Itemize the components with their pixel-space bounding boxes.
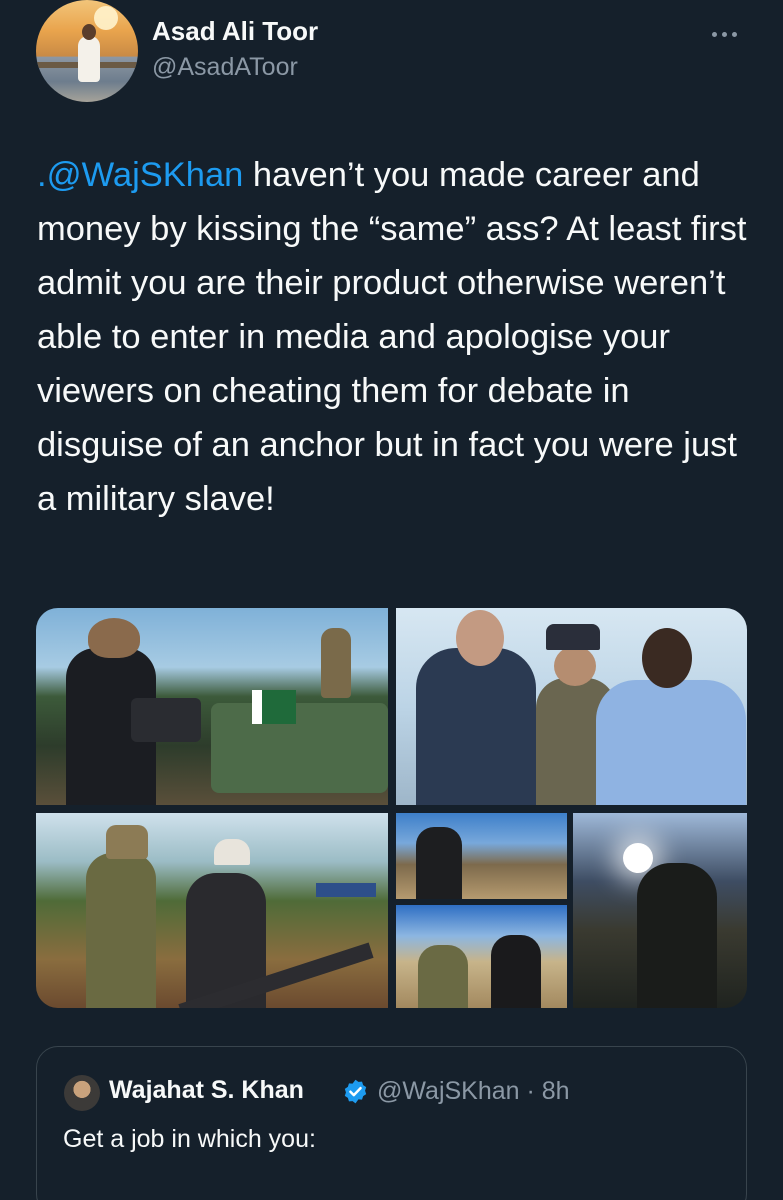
person-right [596,680,746,805]
soldier [321,628,351,698]
cameraman-head [88,618,140,658]
media-grid [36,608,747,1008]
truck [211,703,388,793]
person-left-head [456,610,504,666]
quoted-tweet[interactable]: Wajahat S. Khan @WajSKhan · 8h Get a job… [36,1046,747,1200]
person-right-head [642,628,692,688]
dot [731,31,737,37]
quoted-author-handle-time[interactable]: @WajSKhan · 8h [377,1077,570,1106]
masked-person [491,935,541,1008]
flag [252,690,296,724]
photo-3[interactable] [36,813,388,1008]
mention-link[interactable]: .@WajSKhan [37,156,243,194]
tweet-view: Asad Ali Toor @AsadAToor .@WajSKhan have… [0,0,783,1200]
quoted-author-avatar[interactable] [64,1075,100,1111]
camera [131,698,201,742]
tweet-body: haven’t you made career and money by kis… [37,156,747,518]
officer-cap [546,624,600,650]
dot [711,31,717,37]
photo-1[interactable] [36,608,388,805]
verified-badge-icon [344,1079,367,1104]
tweet-text: .@WajSKhan haven’t you made career and m… [37,148,757,526]
author-avatar[interactable] [36,0,138,102]
photo-6[interactable] [573,813,747,1008]
quoted-tweet-text: Get a job in which you: [63,1125,316,1153]
avatar-person [78,36,100,82]
masked-person [637,863,717,1008]
dot [721,31,727,37]
more-options-icon[interactable] [700,22,748,46]
officer-head [554,646,596,686]
person [416,827,462,899]
reporter-cap [214,839,250,865]
soldier [86,853,156,1008]
quoted-author-name[interactable]: Wajahat S. Khan [109,1076,304,1105]
person [418,945,468,1008]
solar-panel [316,883,376,897]
photo-2[interactable] [396,608,747,805]
avatar-sun [94,6,118,30]
soldier-cap [106,825,148,859]
avatar-head [82,24,96,40]
photo-5[interactable] [396,905,567,1008]
person-left [416,648,536,805]
author-handle[interactable]: @AsadAToor [152,53,298,82]
sun [623,843,653,873]
photo-4[interactable] [396,813,567,899]
author-display-name[interactable]: Asad Ali Toor [152,16,318,47]
